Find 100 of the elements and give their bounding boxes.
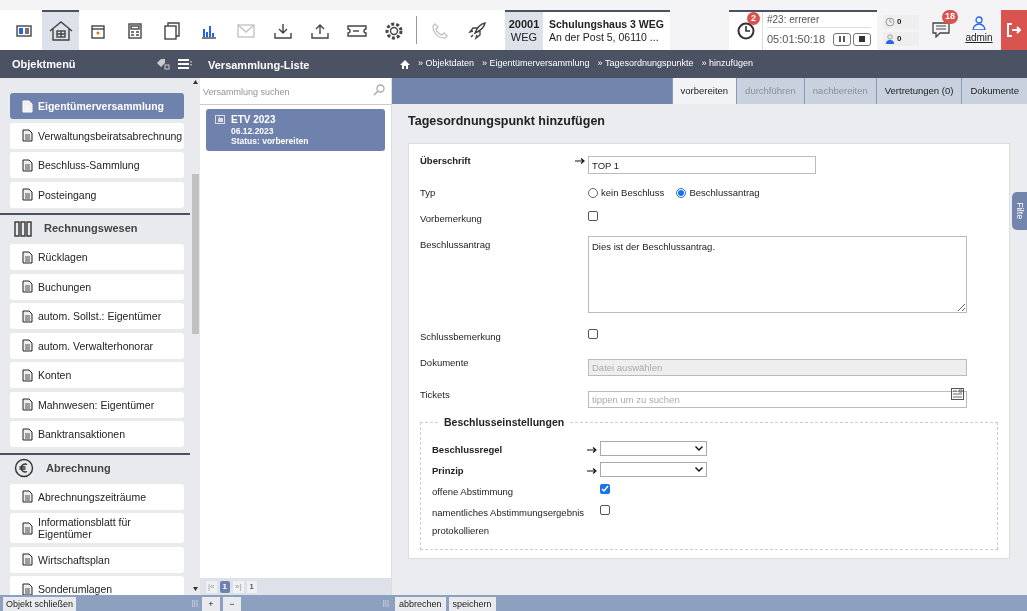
document-icon (22, 158, 33, 172)
list-picker-icon (951, 387, 964, 400)
field-label: namentliches Abstimmungsergebnis protokollieren (432, 505, 586, 538)
pause-icon (839, 36, 845, 42)
document-icon (22, 339, 33, 352)
document-icon (22, 129, 33, 142)
checkbox[interactable] (588, 328, 598, 339)
notification-badge: 2 (747, 12, 760, 25)
arrow-icon (587, 467, 597, 474)
binders-icon (14, 220, 32, 237)
counter-value: 0 (897, 32, 902, 45)
pages-icon (163, 22, 180, 40)
close-object-button[interactable]: Objekt schließen (3, 597, 77, 611)
meeting-title: ETV 2023 (231, 113, 277, 126)
page-button[interactable]: 1 (219, 580, 230, 593)
bar-chart-icon (200, 23, 217, 39)
object-number: 20001 (508, 18, 540, 31)
sidebar-item[interactable]: Banktransaktionen (10, 421, 184, 447)
field-label: Tickets (420, 387, 451, 402)
settings-icon (383, 21, 404, 41)
field-label: Überschrift (420, 153, 472, 168)
document-icon (22, 250, 33, 264)
sidebar-item[interactable]: Rücklagen (10, 244, 184, 270)
tag-icon (156, 58, 170, 70)
message-icon (932, 22, 950, 38)
field-label: Schlussbemerkung (420, 329, 502, 344)
breadcrumb-link[interactable]: » Objektdaten (418, 57, 475, 71)
euro-icon (14, 458, 34, 478)
chevron-down-icon (695, 445, 703, 451)
sidebar-item[interactable]: Wirtschaftsplan (10, 546, 184, 573)
document-icon (22, 368, 33, 382)
field-label: Dokumente (420, 355, 470, 370)
scroll-up-icon[interactable] (192, 80, 198, 84)
thumbs-up-icon (215, 114, 225, 124)
cancel-button[interactable]: abbrechen (395, 597, 446, 611)
counter-value: 0 (897, 15, 902, 28)
object-name: Schulungshaus 3 WEG (549, 18, 664, 31)
breadcrumb-link[interactable]: » Tagesordnungspunkte (597, 57, 694, 71)
filter-tab[interactable]: Filte (1012, 192, 1027, 230)
sidebar-item[interactable]: Sonderumlagen (10, 576, 184, 595)
user-link[interactable]: admin (965, 29, 993, 45)
tab[interactable]: vorbereiten (671, 78, 737, 104)
sidebar-item[interactable]: Posteingang (10, 181, 184, 208)
checkbox[interactable] (600, 504, 610, 515)
sidebar-item[interactable]: Eigentümerversammlung (10, 93, 184, 119)
list-icon (178, 59, 194, 69)
clock-icon (885, 16, 895, 27)
upload-icon (310, 23, 329, 39)
pause-button[interactable] (833, 32, 851, 46)
calculator-icon (127, 23, 142, 39)
timer-ticket: #23: errerer (767, 12, 871, 28)
document-icon (22, 427, 33, 441)
calendar-icon (90, 23, 105, 39)
checkbox[interactable] (600, 483, 610, 494)
logout-button[interactable] (1001, 10, 1027, 50)
field-label: Typ (420, 185, 437, 200)
tab[interactable]: Vertretungen (0) (875, 78, 962, 104)
sidebar-item[interactable]: autom. Verwalterhonorar (10, 332, 184, 359)
stop-button[interactable] (853, 32, 871, 46)
sidebar-item[interactable]: Konten (10, 362, 184, 388)
scrollbar-thumb[interactable] (191, 174, 199, 334)
object-panel[interactable]: 20001 WEG Schulungshaus 3 WEG An der Post 5, 06110 ... (505, 10, 670, 50)
sidebar-item[interactable]: Beschluss-Sammlung (10, 152, 184, 178)
meeting-card[interactable]: ETV 2023 06.12.2023 Status: vorbereiten (206, 108, 385, 151)
sidebar-item[interactable]: Abrechnungszeiträume (10, 483, 184, 510)
arrow-icon (587, 446, 597, 453)
breadcrumb-link[interactable]: » hinzufügen (701, 57, 754, 71)
field-label: Beschlussregel (432, 442, 504, 457)
sidebar-item[interactable]: Buchungen (10, 273, 184, 300)
text-area[interactable]: Dies ist der Beschlussantrag. (588, 235, 967, 313)
tab[interactable]: Dokumente (961, 78, 1027, 104)
scroll-down-icon[interactable] (192, 587, 198, 591)
timer-time: 05:01:50:18 (767, 31, 827, 47)
list-title: Versammlung-Liste (208, 59, 310, 71)
rocket-icon (467, 22, 486, 40)
sidebar-item[interactable]: Informationsblatt für Eigentümer (10, 513, 184, 543)
sidebar-item[interactable]: Mahnwesen: Eigentümer (10, 391, 184, 418)
ticket-search-field[interactable]: tippen um zu suchen (588, 390, 967, 408)
radio-option[interactable]: Beschlussantrag (676, 183, 760, 202)
save-button[interactable]: speichern (448, 597, 496, 611)
meeting-status: Status: vorbereiten (231, 135, 309, 146)
checkbox[interactable] (588, 210, 598, 221)
sidebar-item[interactable]: Verwaltungsbeiratsabrechnung (10, 122, 184, 149)
breadcrumb-link[interactable]: » Eigentümerversammlung (482, 57, 590, 71)
text-field[interactable]: TOP 1 (588, 156, 816, 175)
phone-icon (430, 22, 449, 40)
remove-button[interactable]: − (223, 597, 241, 611)
add-button[interactable]: + (202, 597, 220, 611)
document-icon (22, 99, 33, 113)
logout-icon (1007, 23, 1021, 37)
document-icon (22, 398, 33, 411)
toolbar-button[interactable] (42, 10, 79, 50)
ticket-icon (346, 24, 367, 38)
sidebar-section[interactable]: Abrechnung (0, 452, 190, 482)
radio-option[interactable]: kein Beschluss (588, 183, 665, 202)
arrow-icon (575, 157, 585, 164)
messages-button[interactable]: 18 (923, 10, 959, 50)
sidebar-item[interactable]: autom. Sollst.: Eigentümer (10, 303, 184, 329)
house-icon (47, 20, 74, 42)
home-icon (400, 59, 410, 69)
